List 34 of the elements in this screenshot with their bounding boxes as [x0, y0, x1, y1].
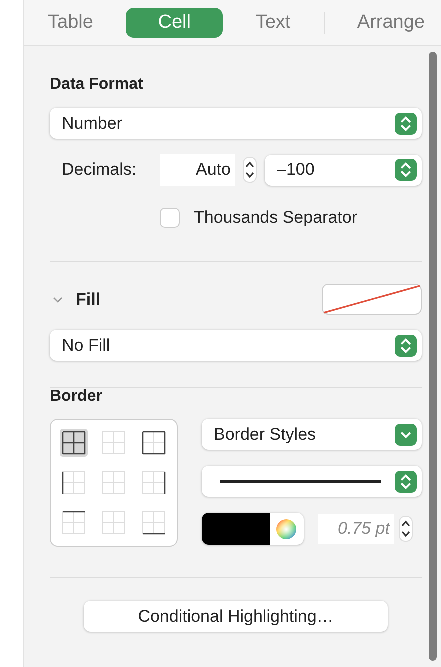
decimals-field[interactable]: Auto — [160, 154, 235, 186]
border-icon[interactable] — [140, 429, 168, 457]
stepper-arrows-icon[interactable] — [399, 516, 413, 542]
negative-format-popup[interactable]: –100 — [265, 154, 422, 186]
border-icon[interactable] — [60, 469, 88, 497]
stepper-icon — [395, 334, 417, 356]
checkbox-label: Thousands Separator — [194, 208, 358, 228]
section-heading: Border — [50, 388, 104, 406]
conditional-highlighting-button[interactable]: Conditional Highlighting… — [84, 601, 388, 632]
section-heading: Fill — [76, 290, 101, 310]
tab[interactable]: Arrange — [341, 8, 441, 38]
tab[interactable]: Table — [32, 8, 110, 38]
fill-type-popup[interactable]: No Fill — [50, 330, 422, 361]
line-style-icon — [220, 478, 381, 484]
border-icon[interactable] — [60, 509, 88, 537]
line-style-popup[interactable] — [202, 466, 422, 497]
stepper-icon — [395, 112, 417, 134]
checkbox[interactable] — [160, 208, 180, 228]
format-popup[interactable]: Number — [50, 108, 422, 139]
border-icon[interactable] — [140, 469, 168, 497]
stepper-arrows-icon[interactable] — [243, 157, 257, 183]
border-styles-popup[interactable]: Border Styles — [202, 419, 422, 450]
tab[interactable]: Text — [240, 8, 307, 38]
border-icon[interactable] — [60, 429, 88, 457]
decimals-label: Decimals: — [62, 160, 138, 180]
border-icon[interactable] — [140, 509, 168, 537]
chevron-down-icon — [395, 424, 417, 446]
scrollbar[interactable] — [429, 52, 437, 661]
stepper-icon — [395, 159, 417, 181]
fill-swatch[interactable] — [322, 284, 422, 315]
section-heading: Data Format — [50, 76, 144, 94]
color-wheel-icon[interactable] — [276, 518, 297, 540]
color-well[interactable] — [202, 513, 304, 545]
stepper-icon — [395, 470, 417, 492]
